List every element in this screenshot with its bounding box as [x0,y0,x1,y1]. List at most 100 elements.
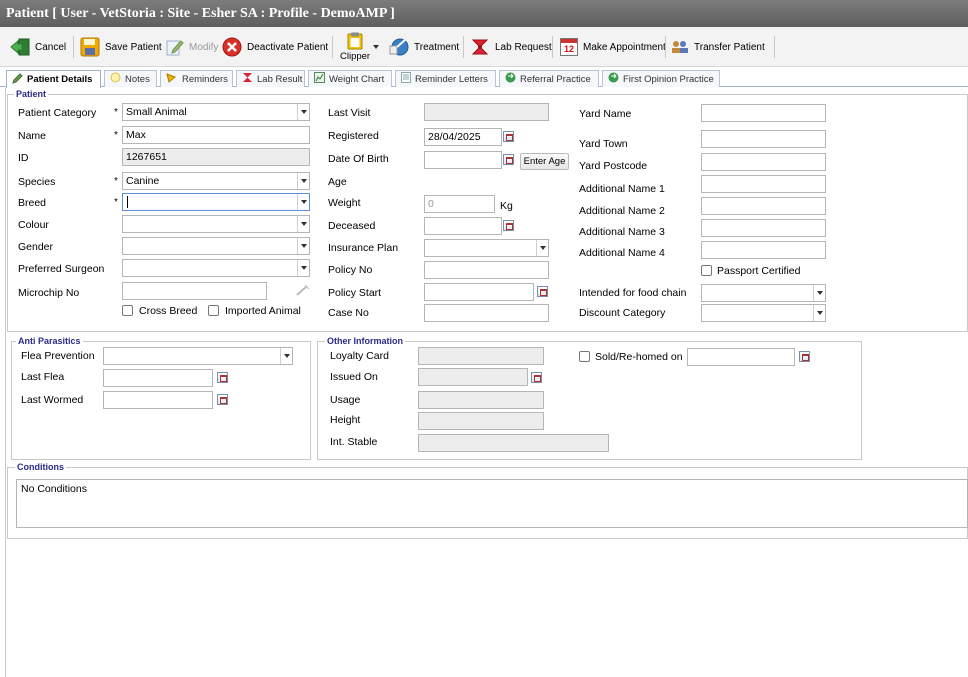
case-no-input[interactable] [424,304,549,322]
colour-select[interactable] [122,215,310,233]
additional-name-2-label: Additional Name 2 [579,205,665,217]
tab-first-opinion-practice[interactable]: First Opinion Practice [602,70,720,87]
breed-select[interactable] [122,193,310,211]
tab-reminders[interactable]: Reminders [160,70,233,87]
additional-name-4-input[interactable] [701,241,826,259]
lab-flask-icon [242,72,253,86]
save-patient-label: Save Patient [105,41,162,53]
discount-category-select[interactable] [701,304,826,322]
enter-age-button[interactable]: Enter Age [520,153,569,170]
last-wormed-input[interactable] [103,391,213,409]
microchip-scan-icon[interactable] [296,284,310,299]
gender-select[interactable] [122,237,310,255]
make-appointment-button[interactable]: 12 Make Appointment [560,27,666,67]
policy-start-label: Policy Start [328,287,382,299]
calendar-icon[interactable] [531,372,542,383]
cross-breed-checkbox[interactable] [122,305,133,316]
registered-label: Registered [328,130,379,142]
exit-door-icon [10,38,30,56]
microchip-no-input[interactable] [122,282,267,300]
anti-parasitics-legend: Anti Parasitics [16,335,83,347]
tab-reminder-letters[interactable]: Reminder Letters [395,70,496,87]
sold-rehomed-checkbox[interactable] [579,351,590,362]
last-visit-field [424,103,549,121]
imported-animal-checkbox[interactable] [208,305,219,316]
document-icon [401,72,411,86]
registered-date-input[interactable]: 28/04/2025 [424,128,502,146]
passport-certified-checkbox[interactable] [701,265,712,276]
save-patient-button[interactable]: Save Patient [80,27,162,67]
calendar-icon[interactable] [503,131,514,142]
name-input[interactable]: Max [122,126,310,144]
flea-prevention-select[interactable] [103,347,293,365]
tab-label: Reminders [182,73,228,85]
transfer-patient-button[interactable]: Transfer Patient [671,27,765,67]
species-select[interactable]: Canine [122,172,310,190]
date-of-birth-input[interactable] [424,151,502,169]
height-label: Height [330,414,361,426]
policy-start-input[interactable] [424,283,534,301]
chevron-down-icon [536,240,548,256]
conditions-list[interactable]: No Conditions [16,479,968,528]
deactivate-patient-button[interactable]: Deactivate Patient [222,27,328,67]
calendar-day: 12 [563,43,574,54]
calendar-icon[interactable] [799,351,810,362]
tab-patient-details[interactable]: Patient Details [6,70,101,88]
imported-animal-label: Imported Animal [225,305,301,317]
additional-name-1-label: Additional Name 1 [579,183,665,195]
treatment-button[interactable]: Treatment [389,27,459,67]
preferred-surgeon-select[interactable] [122,259,310,277]
patient-category-select[interactable]: Small Animal [122,103,310,121]
intended-for-food-chain-select[interactable] [701,284,826,302]
intended-for-food-chain-label: Intended for food chain [579,287,687,299]
additional-name-3-input[interactable] [701,219,826,237]
tab-weight-chart[interactable]: Weight Chart [308,70,392,87]
lab-request-label: Lab Request [495,41,552,53]
cancel-label: Cancel [35,41,67,53]
clipboard-icon [347,32,363,50]
additional-name-1-input[interactable] [701,175,826,193]
chevron-down-icon [813,285,825,301]
deceased-date-input[interactable] [424,217,502,235]
insurance-plan-select[interactable] [424,239,549,257]
yard-town-input[interactable] [701,130,826,148]
policy-no-input[interactable] [424,261,549,279]
other-information-legend: Other Information [325,335,405,347]
patient-legend: Patient [14,88,49,100]
clipper-dropdown[interactable] [373,27,379,67]
int-stable-field [418,434,609,452]
tab-referral-practice[interactable]: Referral Practice [499,70,599,87]
cancel-button[interactable]: Cancel [10,27,66,67]
calendar-icon[interactable] [217,394,228,405]
modify-button[interactable]: Modify [166,27,218,67]
calendar-icon[interactable] [537,286,548,297]
calendar-icon[interactable] [503,220,514,231]
age-label: Age [328,176,347,188]
lab-request-button[interactable]: Lab Request [470,27,552,67]
last-flea-input[interactable] [103,369,213,387]
yard-postcode-label: Yard Postcode [579,160,648,172]
additional-name-2-input[interactable] [701,197,826,215]
last-wormed-label: Last Wormed [21,394,84,406]
int-stable-label: Int. Stable [330,436,378,448]
chevron-down-icon [280,348,292,364]
toolbar-separator [332,36,333,58]
chevron-down-icon [813,305,825,321]
tab-lab-result[interactable]: Lab Result [236,70,305,87]
yard-name-label: Yard Name [579,108,632,120]
calendar-icon[interactable] [217,372,228,383]
calendar-icon: 12 [560,38,578,56]
clipper-button[interactable]: Clipper [340,27,370,67]
deactivate-patient-label: Deactivate Patient [247,41,329,53]
yard-name-input[interactable] [701,104,826,122]
chevron-down-icon [297,104,309,120]
referral-arrows-icon [608,72,619,86]
species-label: Species [18,176,56,188]
chevron-down-icon [297,260,309,276]
sold-rehomed-date-input[interactable] [687,348,795,366]
weight-input[interactable]: 0 [424,195,495,213]
tab-notes[interactable]: Notes [104,70,157,87]
calendar-icon[interactable] [503,154,514,165]
yard-postcode-input[interactable] [701,153,826,171]
issued-on-field [418,368,528,386]
